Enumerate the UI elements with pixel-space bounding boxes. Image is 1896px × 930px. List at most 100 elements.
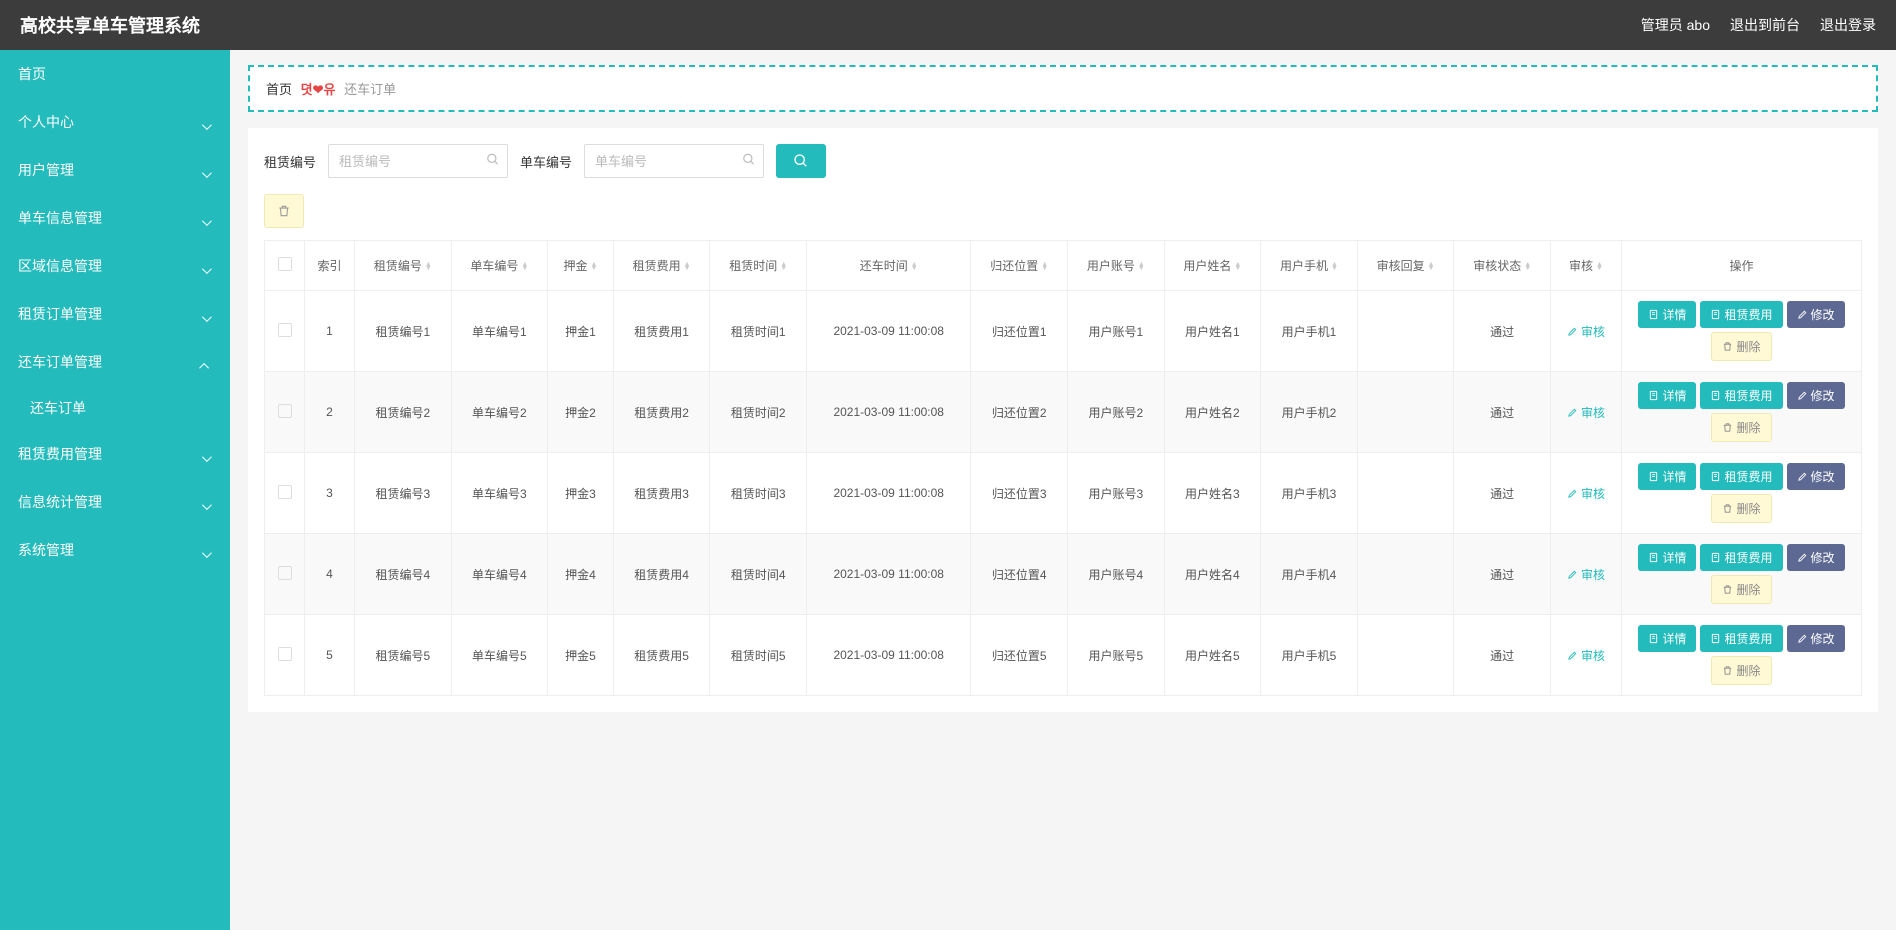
cell-deposit: 押金1	[548, 291, 614, 372]
detail-button[interactable]: 详情	[1638, 301, 1696, 328]
sidebar-item-2[interactable]: 用户管理	[0, 146, 230, 194]
sidebar-item-5[interactable]: 租赁订单管理	[0, 290, 230, 338]
review-link[interactable]: 审核	[1567, 485, 1605, 502]
sidebar-item-label: 用户管理	[18, 160, 74, 180]
col-user-acc[interactable]: 用户账号	[1068, 241, 1165, 291]
fee-button[interactable]: 租赁费用	[1700, 382, 1782, 409]
checkbox-row[interactable]	[278, 323, 292, 337]
fee-button[interactable]: 租赁费用	[1700, 544, 1782, 571]
sort-icon	[911, 263, 918, 271]
sort-icon	[684, 263, 691, 271]
cell-user-phone: 用户手机5	[1261, 615, 1358, 696]
sidebar-item-4[interactable]: 区域信息管理	[0, 242, 230, 290]
cell-review-reply	[1357, 534, 1454, 615]
cell-user-name: 用户姓名1	[1164, 291, 1261, 372]
col-review-reply[interactable]: 审核回复	[1357, 241, 1454, 291]
detail-button[interactable]: 详情	[1638, 625, 1696, 652]
col-review-status[interactable]: 审核状态	[1454, 241, 1551, 291]
col-deposit[interactable]: 押金	[548, 241, 614, 291]
bike-no-input[interactable]	[584, 144, 764, 178]
breadcrumb-home[interactable]: 首页	[266, 82, 292, 97]
detail-button[interactable]: 详情	[1638, 463, 1696, 490]
cell-return-time: 2021-03-09 11:00:08	[807, 372, 971, 453]
col-bike-no[interactable]: 单车编号	[451, 241, 548, 291]
col-rent-time[interactable]: 租赁时间	[710, 241, 807, 291]
checkbox-row[interactable]	[278, 647, 292, 661]
col-checkbox	[265, 241, 305, 291]
sidebar-item-3[interactable]: 单车信息管理	[0, 194, 230, 242]
edit-button[interactable]: 修改	[1787, 301, 1845, 328]
sidebar-subitem[interactable]: 还车订单	[0, 386, 230, 430]
rent-no-label: 租赁编号	[264, 152, 316, 171]
col-index[interactable]: 索引	[305, 241, 355, 291]
cell-review-reply	[1357, 453, 1454, 534]
cell-review-status: 通过	[1454, 291, 1551, 372]
delete-button[interactable]: 删除	[1711, 332, 1771, 361]
search-button[interactable]	[776, 144, 826, 178]
fee-button[interactable]: 租赁费用	[1700, 301, 1782, 328]
cell-user-acc: 用户账号2	[1068, 372, 1165, 453]
detail-button[interactable]: 详情	[1638, 544, 1696, 571]
sidebar-item-1[interactable]: 个人中心	[0, 98, 230, 146]
delete-button[interactable]: 删除	[1711, 575, 1771, 604]
sidebar-item-0[interactable]: 首页	[0, 50, 230, 98]
edit-button[interactable]: 修改	[1787, 463, 1845, 490]
col-rent-fee[interactable]: 租赁费用	[613, 241, 710, 291]
sidebar-item-8[interactable]: 信息统计管理	[0, 478, 230, 526]
edit-button[interactable]: 修改	[1787, 625, 1845, 652]
cell-user-acc: 用户账号5	[1068, 615, 1165, 696]
chevron-down-icon	[202, 449, 212, 459]
rent-no-input[interactable]	[328, 144, 508, 178]
edit-button[interactable]: 修改	[1787, 382, 1845, 409]
review-link[interactable]: 审核	[1567, 323, 1605, 340]
col-user-name[interactable]: 用户姓名	[1164, 241, 1261, 291]
sidebar-item-9[interactable]: 系统管理	[0, 526, 230, 574]
chevron-down-icon	[202, 309, 212, 319]
sort-icon	[521, 263, 528, 271]
detail-button[interactable]: 详情	[1638, 382, 1696, 409]
edit-button[interactable]: 修改	[1787, 544, 1845, 571]
batch-delete-button[interactable]	[264, 194, 304, 228]
search-bar: 租赁编号 单车编号	[264, 144, 1862, 178]
checkbox-row[interactable]	[278, 404, 292, 418]
card: 租赁编号 单车编号	[248, 128, 1878, 712]
exit-front-link[interactable]: 退出到前台	[1730, 15, 1800, 35]
cell-return-time: 2021-03-09 11:00:08	[807, 534, 971, 615]
sidebar-item-6[interactable]: 还车订单管理	[0, 338, 230, 386]
col-user-phone[interactable]: 用户手机	[1261, 241, 1358, 291]
chevron-down-icon	[202, 213, 212, 223]
sidebar-item-label: 系统管理	[18, 540, 74, 560]
delete-button[interactable]: 删除	[1711, 413, 1771, 442]
delete-button[interactable]: 删除	[1711, 656, 1771, 685]
fee-button[interactable]: 租赁费用	[1700, 463, 1782, 490]
rent-no-input-wrap	[328, 144, 508, 178]
col-review[interactable]: 审核	[1550, 241, 1621, 291]
table-row: 1租赁编号1单车编号1押金1租赁费用1租赁时间12021-03-09 11:00…	[265, 291, 1862, 372]
review-link[interactable]: 审核	[1567, 647, 1605, 664]
sort-icon	[1234, 263, 1241, 271]
checkbox-all[interactable]	[278, 257, 292, 271]
col-return-time[interactable]: 还车时间	[807, 241, 971, 291]
user-label[interactable]: 管理员 abo	[1641, 15, 1710, 35]
sort-icon	[591, 263, 598, 271]
cell-review-reply	[1357, 372, 1454, 453]
checkbox-row[interactable]	[278, 485, 292, 499]
chevron-down-icon	[202, 261, 212, 271]
review-link[interactable]: 审核	[1567, 566, 1605, 583]
delete-button[interactable]: 删除	[1711, 494, 1771, 523]
checkbox-row[interactable]	[278, 566, 292, 580]
cell-user-phone: 用户手机1	[1261, 291, 1358, 372]
fee-button[interactable]: 租赁费用	[1700, 625, 1782, 652]
sidebar-item-label: 首页	[18, 64, 46, 84]
col-return-loc[interactable]: 归还位置	[971, 241, 1068, 291]
cell-review-status: 通过	[1454, 372, 1551, 453]
sort-icon	[1428, 263, 1435, 271]
logout-link[interactable]: 退出登录	[1820, 15, 1876, 35]
cell-return-time: 2021-03-09 11:00:08	[807, 615, 971, 696]
sidebar-item-7[interactable]: 租赁费用管理	[0, 430, 230, 478]
cell-user-acc: 用户账号4	[1068, 534, 1165, 615]
col-rent-no[interactable]: 租赁编号	[355, 241, 452, 291]
review-link[interactable]: 审核	[1567, 404, 1605, 421]
cell-rent-fee: 租赁费用5	[613, 615, 710, 696]
sidebar-item-label: 个人中心	[18, 112, 74, 132]
